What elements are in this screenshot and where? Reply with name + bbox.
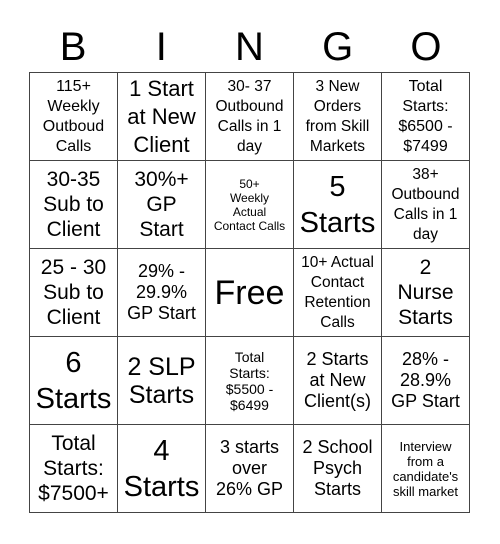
bingo-cell[interactable]: 30- 37 Outbound Calls in 1 day xyxy=(206,73,294,161)
bingo-cell[interactable]: 10+ Actual Contact Retention Calls xyxy=(294,249,382,337)
cell-text: 6 Starts xyxy=(35,346,112,415)
cell-text: 38+ Outbound Calls in 1 day xyxy=(391,165,460,243)
bingo-cell[interactable]: Interview from a candidate's skill marke… xyxy=(382,425,470,513)
bingo-cell[interactable]: 2 School Psych Starts xyxy=(294,425,382,513)
cell-text: 30- 37 Outbound Calls in 1 day xyxy=(215,77,284,155)
bingo-cell[interactable]: 50+ Weekly Actual Contact Calls xyxy=(206,161,294,249)
cell-text: Total Starts: $6500 - $7499 xyxy=(398,77,453,155)
header-letter-o: O xyxy=(410,25,442,69)
cell-text: 2 Nurse Starts xyxy=(397,256,454,329)
cell-text: 2 SLP Starts xyxy=(127,352,196,409)
header-letter-b: B xyxy=(59,25,87,69)
bingo-cell[interactable]: 25 - 30 Sub to Client xyxy=(30,249,118,337)
bingo-cell[interactable]: 28% - 28.9% GP Start xyxy=(382,337,470,425)
bingo-cell[interactable]: 2 Nurse Starts xyxy=(382,249,470,337)
cell-text: 28% - 28.9% GP Start xyxy=(391,349,460,411)
cell-text: 25 - 30 Sub to Client xyxy=(40,256,107,329)
free-space[interactable]: Free xyxy=(206,249,294,337)
cell-text: 50+ Weekly Actual Contact Calls xyxy=(213,176,286,233)
cell-text: Total Starts: $5500 - $6499 xyxy=(225,348,274,413)
bingo-cell[interactable]: Total Starts: $7500+ xyxy=(30,425,118,513)
bingo-cell[interactable]: Total Starts: $5500 - $6499 xyxy=(206,337,294,425)
cell-text: Interview from a candidate's skill marke… xyxy=(392,438,459,499)
cell-text: 2 School Psych Starts xyxy=(302,437,373,499)
cell-text: 4 Starts xyxy=(123,434,200,503)
header-letter-n: N xyxy=(235,25,264,69)
bingo-cell[interactable]: 5 Starts xyxy=(294,161,382,249)
cell-text: 3 New Orders from Skill Markets xyxy=(305,77,370,155)
cell-text: 1 Start at New Client xyxy=(127,75,196,157)
cell-text: 5 Starts xyxy=(299,170,376,239)
bingo-cell[interactable]: 3 starts over 26% GP xyxy=(206,425,294,513)
bingo-cell[interactable]: 2 Starts at New Client(s) xyxy=(294,337,382,425)
cell-text: 2 Starts at New Client(s) xyxy=(303,349,371,411)
bingo-cell[interactable]: Total Starts: $6500 - $7499 xyxy=(382,73,470,161)
bingo-cell[interactable]: 38+ Outbound Calls in 1 day xyxy=(382,161,470,249)
header-letter-g: G xyxy=(322,25,354,69)
header-letter-i: I xyxy=(155,25,167,69)
cell-text: 3 starts over 26% GP xyxy=(215,437,284,499)
bingo-cell[interactable]: 115+ Weekly Outboud Calls xyxy=(30,73,118,161)
bingo-cell[interactable]: 29% - 29.9% GP Start xyxy=(118,249,206,337)
bingo-cell[interactable]: 1 Start at New Client xyxy=(118,73,206,161)
cell-text: Free xyxy=(214,273,285,312)
cell-text: 30%+ GP Start xyxy=(134,168,189,241)
bingo-cell[interactable]: 2 SLP Starts xyxy=(118,337,206,425)
bingo-grid: 115+ Weekly Outboud Calls 1 Start at New… xyxy=(29,72,470,513)
cell-text: Total Starts: $7500+ xyxy=(38,432,109,505)
bingo-header: B I N G O xyxy=(29,22,470,72)
bingo-cell[interactable]: 4 Starts xyxy=(118,425,206,513)
cell-text: 115+ Weekly Outboud Calls xyxy=(42,77,105,155)
cell-text: 30-35 Sub to Client xyxy=(43,168,104,241)
bingo-cell[interactable]: 30-35 Sub to Client xyxy=(30,161,118,249)
bingo-cell[interactable]: 30%+ GP Start xyxy=(118,161,206,249)
bingo-cell[interactable]: 3 New Orders from Skill Markets xyxy=(294,73,382,161)
bingo-cell[interactable]: 6 Starts xyxy=(30,337,118,425)
cell-text: 10+ Actual Contact Retention Calls xyxy=(301,253,374,331)
cell-text: 29% - 29.9% GP Start xyxy=(127,261,196,323)
